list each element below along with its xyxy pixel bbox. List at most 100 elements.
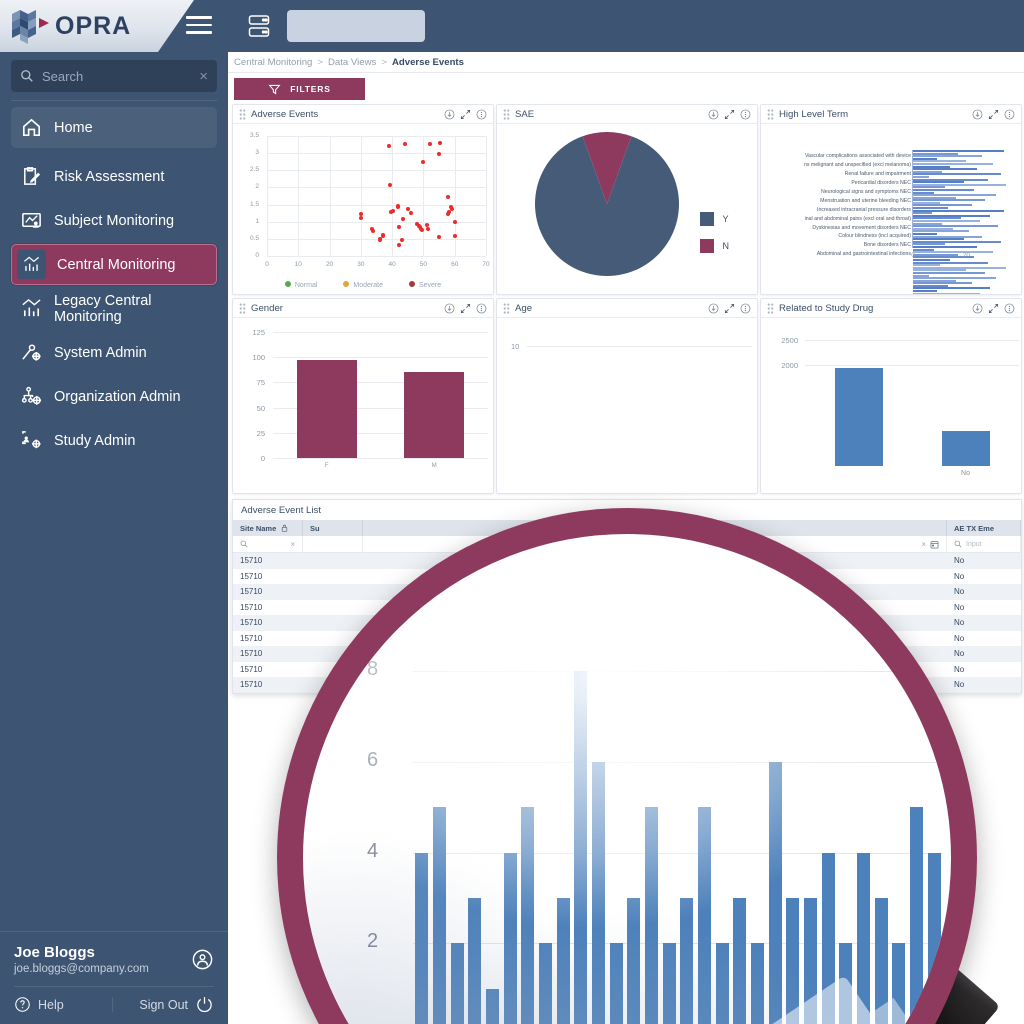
- table-row[interactable]: 15710 No: [233, 677, 1021, 693]
- server-icon[interactable]: [247, 13, 271, 39]
- download-icon[interactable]: [444, 109, 455, 120]
- pie-chart[interactable]: YN: [497, 124, 757, 294]
- more-info-icon[interactable]: [476, 303, 487, 314]
- breadcrumb-item-1[interactable]: Data Views: [328, 57, 376, 68]
- drag-handle-icon[interactable]: [767, 302, 774, 314]
- filters-button[interactable]: FILTERS: [234, 78, 365, 100]
- pie-legend: YN: [699, 212, 730, 266]
- table-row[interactable]: 15710 No: [233, 646, 1021, 662]
- drag-handle-icon[interactable]: [503, 302, 510, 314]
- scatter-chart[interactable]: 0 0.5 1 1.5 2 2.5 3 3.5 0 10 20 30 40 50 60 70 Normal Mod…: [233, 124, 493, 294]
- download-icon[interactable]: [444, 303, 455, 314]
- cell-ae-tx-eme: No: [954, 571, 965, 581]
- x-tick-label: 50: [419, 261, 428, 268]
- column-header-ae-tx-eme[interactable]: AE TX Eme: [947, 520, 1021, 536]
- sidebar-item-home[interactable]: Home: [11, 107, 217, 148]
- funnel-icon: [268, 84, 281, 95]
- avatar-icon[interactable]: [191, 948, 214, 971]
- download-icon[interactable]: [708, 109, 719, 120]
- search-input[interactable]: Search ×: [11, 60, 217, 92]
- sidebar-item-study-admin[interactable]: Study Admin: [11, 420, 217, 461]
- x-tick-label: 10: [294, 261, 302, 268]
- more-info-icon[interactable]: [740, 109, 751, 120]
- table-row[interactable]: 15710 No: [233, 662, 1021, 678]
- drag-handle-icon[interactable]: [503, 108, 510, 120]
- clear-search-icon[interactable]: ×: [921, 540, 926, 549]
- y-tick-label: 0.5: [249, 234, 259, 242]
- expand-icon[interactable]: [988, 109, 999, 120]
- more-info-icon[interactable]: [740, 303, 751, 314]
- download-icon[interactable]: [972, 303, 983, 314]
- clear-search-icon[interactable]: ×: [290, 540, 295, 549]
- age-chart[interactable]: 10: [497, 318, 757, 493]
- cell-site-name: 15710: [240, 556, 263, 566]
- drag-handle-icon[interactable]: [767, 108, 774, 120]
- x-tick-label: 70: [482, 261, 490, 268]
- legend-entry-Y[interactable]: Y: [699, 212, 730, 226]
- table-row[interactable]: 15710 No: [233, 631, 1021, 647]
- more-info-icon[interactable]: [1004, 109, 1015, 120]
- sidebar-item-central-monitoring[interactable]: Central Monitoring: [11, 244, 217, 285]
- user-panel: Joe Bloggs joe.bloggs@company.com Help S…: [0, 931, 228, 1024]
- x-tick-label: 40: [388, 261, 396, 268]
- toolbar: FILTERS: [228, 73, 1024, 104]
- grid-line-horizontal: [267, 204, 486, 206]
- panel-title: Related to Study Drug: [779, 302, 874, 314]
- legend-entry[interactable]: Normal: [284, 281, 317, 289]
- hlt-label-column: Vascular complications associated with d…: [765, 152, 911, 259]
- hlt-category-label: Dyskinesias and movement disorders NEC: [812, 224, 911, 231]
- panel-sae: SAE YN: [496, 104, 758, 295]
- drag-handle-icon[interactable]: [239, 108, 246, 120]
- sign-out-button[interactable]: Sign Out: [139, 995, 214, 1014]
- y-tick-label: 2500: [781, 336, 798, 346]
- hlt-chart[interactable]: Vascular complications associated with d…: [761, 124, 1021, 294]
- help-button[interactable]: Help: [14, 996, 64, 1013]
- study-selector[interactable]: [287, 10, 425, 42]
- legend-swatch: [699, 239, 714, 253]
- grid-line: [805, 365, 1019, 367]
- scatter-point: [397, 242, 402, 247]
- search-clear-icon[interactable]: ×: [199, 68, 208, 85]
- calendar-icon[interactable]: [930, 540, 939, 549]
- x-tick-label: M: [431, 463, 437, 469]
- more-info-icon[interactable]: [1004, 303, 1015, 314]
- more-info-icon[interactable]: [476, 109, 487, 120]
- sidebar-item-risk-assessment[interactable]: Risk Assessment: [11, 156, 217, 197]
- download-icon[interactable]: [708, 303, 719, 314]
- table-row[interactable]: 15710 No: [233, 600, 1021, 616]
- gender-chart[interactable]: 0 25 50 75 100 125 F M: [233, 318, 493, 493]
- legend-entry[interactable]: Moderate: [343, 281, 383, 289]
- site-name-search[interactable]: ×: [233, 535, 303, 553]
- drag-handle-icon[interactable]: [239, 302, 246, 314]
- related-drug-chart[interactable]: 2000 2500 No: [761, 318, 1021, 493]
- ae-tx-eme-search[interactable]: Input: [947, 535, 1021, 553]
- cell-site-name: 15710: [240, 633, 263, 643]
- column-header-site-name[interactable]: Site Name: [233, 520, 303, 536]
- table-row[interactable]: 15710 No: [233, 584, 1021, 600]
- expand-icon[interactable]: [460, 303, 471, 314]
- sidebar-item-subject-monitoring[interactable]: Subject Monitoring: [11, 200, 217, 241]
- legend-entry[interactable]: Severe: [408, 281, 441, 289]
- table-row[interactable]: 15710 No: [233, 553, 1021, 569]
- expand-icon[interactable]: [460, 109, 471, 120]
- scatter-point: [401, 216, 406, 221]
- sidebar-item-legacy-central-monitoring[interactable]: Legacy Central Monitoring: [11, 288, 217, 329]
- download-icon[interactable]: [972, 109, 983, 120]
- hlt-category-label: Colour blindness (incl acquired): [838, 233, 911, 240]
- panel-adverse-events: Adverse Events 0 0.5 1 1.5 2 2.5 3 3.5 0 10 20 30 40…: [232, 104, 494, 295]
- user-name: Joe Bloggs: [14, 944, 95, 961]
- table-row[interactable]: 15710 No: [233, 569, 1021, 585]
- sidebar-item-system-admin[interactable]: System Admin: [11, 332, 217, 373]
- expand-icon[interactable]: [724, 109, 735, 120]
- sidebar-item-organization-admin[interactable]: Organization Admin: [11, 376, 217, 417]
- hamburger-icon[interactable]: [186, 16, 212, 36]
- column-header-su[interactable]: Su: [303, 520, 363, 536]
- bar-No: [941, 430, 990, 466]
- table-row[interactable]: 15710 No: [233, 615, 1021, 631]
- legend-entry-N[interactable]: N: [699, 239, 729, 253]
- breadcrumb-item-0[interactable]: Central Monitoring: [234, 57, 312, 68]
- monitor-person-icon: [22, 213, 41, 228]
- expand-icon[interactable]: [988, 303, 999, 314]
- expand-icon[interactable]: [724, 303, 735, 314]
- su-search[interactable]: [303, 535, 363, 553]
